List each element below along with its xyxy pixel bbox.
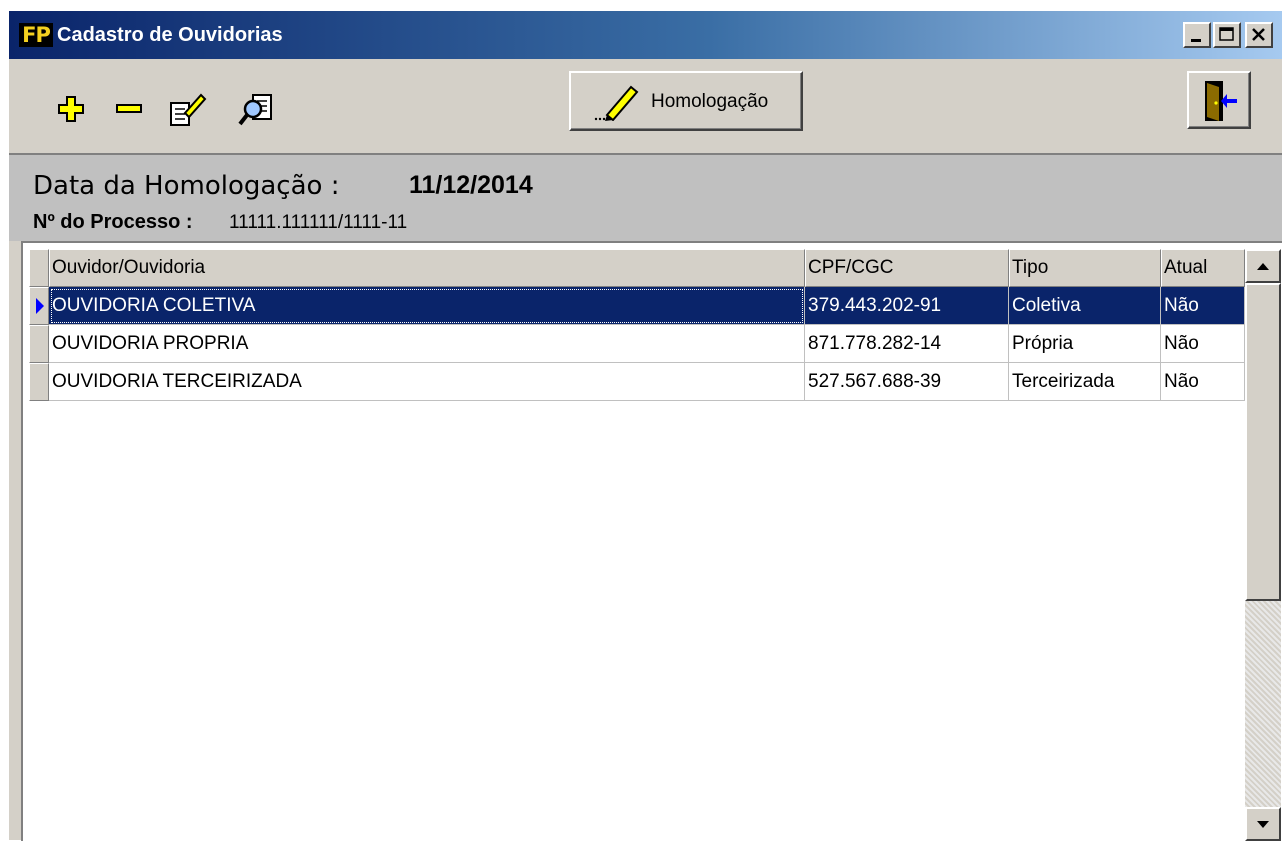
date-value: 11/12/2014 xyxy=(409,171,533,199)
scroll-thumb[interactable] xyxy=(1245,283,1281,601)
maximize-icon xyxy=(1219,27,1234,41)
app-logo: FP xyxy=(19,23,53,47)
app-window: FP Cadastro de Ouvidorias Homologação Da… xyxy=(8,10,1282,841)
cell-ouvidor[interactable]: OUVIDORIA TERCEIRIZADA xyxy=(49,363,805,401)
search-icon[interactable] xyxy=(237,89,277,129)
remove-icon[interactable] xyxy=(109,89,149,129)
title-bar[interactable]: FP Cadastro de Ouvidorias xyxy=(9,11,1282,59)
cell-atual[interactable]: Não xyxy=(1161,363,1245,401)
col-header-cpf[interactable]: CPF/CGC xyxy=(805,249,1009,287)
current-row-arrow-icon xyxy=(36,298,44,314)
row-indicator[interactable] xyxy=(29,325,49,363)
close-button[interactable] xyxy=(1245,22,1273,48)
col-header-ouvidor[interactable]: Ouvidor/Ouvidoria xyxy=(49,249,805,287)
cell-tipo[interactable]: Terceirizada xyxy=(1009,363,1161,401)
homologacao-label: Homologação xyxy=(651,91,769,112)
cell-tipo[interactable]: Própria xyxy=(1009,325,1161,363)
add-icon[interactable] xyxy=(51,89,91,129)
cell-cpf[interactable]: 871.778.282-14 xyxy=(805,325,1009,363)
cell-ouvidor[interactable]: OUVIDORIA PROPRIA xyxy=(49,325,805,363)
arrow-down-icon xyxy=(1257,821,1269,828)
cell-atual[interactable]: Não xyxy=(1161,325,1245,363)
cell-atual[interactable]: Não xyxy=(1161,287,1245,325)
col-header-atual[interactable]: Atual xyxy=(1161,249,1245,287)
pencil-icon xyxy=(594,85,639,121)
row-indicator[interactable] xyxy=(29,287,49,325)
maximize-button[interactable] xyxy=(1213,22,1241,48)
close-icon xyxy=(1252,28,1265,41)
scroll-down-button[interactable] xyxy=(1245,807,1281,841)
cell-cpf[interactable]: 379.443.202-91 xyxy=(805,287,1009,325)
process-value: 11111.111111/1111-11 xyxy=(229,212,408,233)
exit-button[interactable] xyxy=(1187,71,1251,129)
toolbar: Homologação xyxy=(9,59,1282,155)
window-title: Cadastro de Ouvidorias xyxy=(57,24,283,46)
arrow-up-icon xyxy=(1257,263,1269,270)
homologation-info: Data da Homologação : 11/12/2014 Nº do P… xyxy=(9,155,1282,241)
date-label: Data da Homologação : xyxy=(33,171,340,201)
minimize-button[interactable] xyxy=(1183,22,1211,48)
ouvidorias-grid[interactable]: Ouvidor/Ouvidoria CPF/CGC Tipo Atual OUV… xyxy=(21,241,1282,841)
cell-cpf[interactable]: 527.567.688-39 xyxy=(805,363,1009,401)
cell-tipo[interactable]: Coletiva xyxy=(1009,287,1161,325)
process-label: Nº do Processo : xyxy=(33,211,193,233)
minimize-icon xyxy=(1191,39,1201,42)
exit-door-icon xyxy=(1205,81,1237,121)
vertical-scrollbar[interactable] xyxy=(1245,249,1281,841)
scroll-up-button[interactable] xyxy=(1245,249,1281,283)
col-header-tipo[interactable]: Tipo xyxy=(1009,249,1161,287)
homologacao-button[interactable]: Homologação xyxy=(569,71,803,131)
edit-icon[interactable] xyxy=(167,89,207,129)
header-indicator xyxy=(29,249,49,287)
cell-ouvidor[interactable]: OUVIDORIA COLETIVA xyxy=(49,287,805,325)
row-indicator[interactable] xyxy=(29,363,49,401)
